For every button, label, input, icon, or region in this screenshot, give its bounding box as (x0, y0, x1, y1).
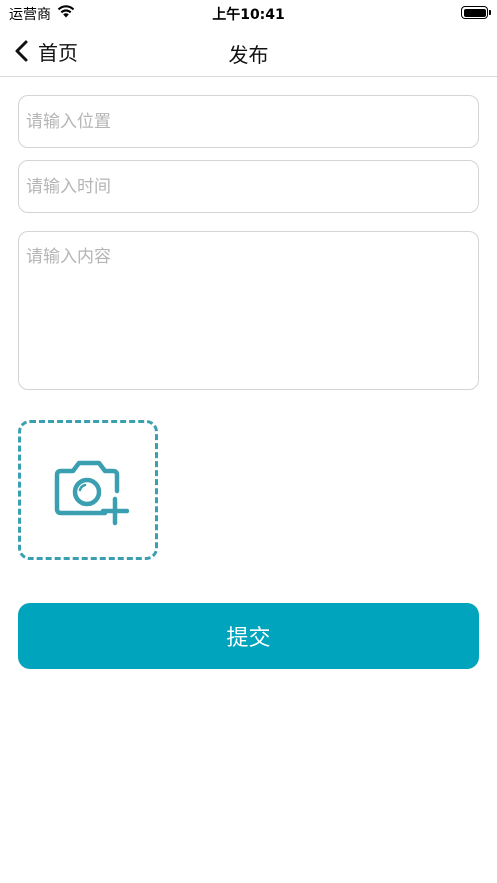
battery-icon (461, 6, 488, 19)
battery-tip (489, 10, 491, 15)
submit-button[interactable]: 提交 (18, 603, 479, 669)
time-input[interactable] (18, 160, 479, 213)
content-textarea[interactable] (18, 231, 479, 390)
camera-add-icon (54, 460, 129, 526)
clock: 上午10:41 (212, 7, 285, 23)
image-upload-button[interactable] (18, 420, 158, 560)
status-bar: 运营商 上午10:41 (0, 0, 497, 26)
location-input[interactable] (18, 95, 479, 148)
navigation-bar: 首页 发布 (0, 26, 497, 77)
page-title: 发布 (228, 43, 269, 67)
